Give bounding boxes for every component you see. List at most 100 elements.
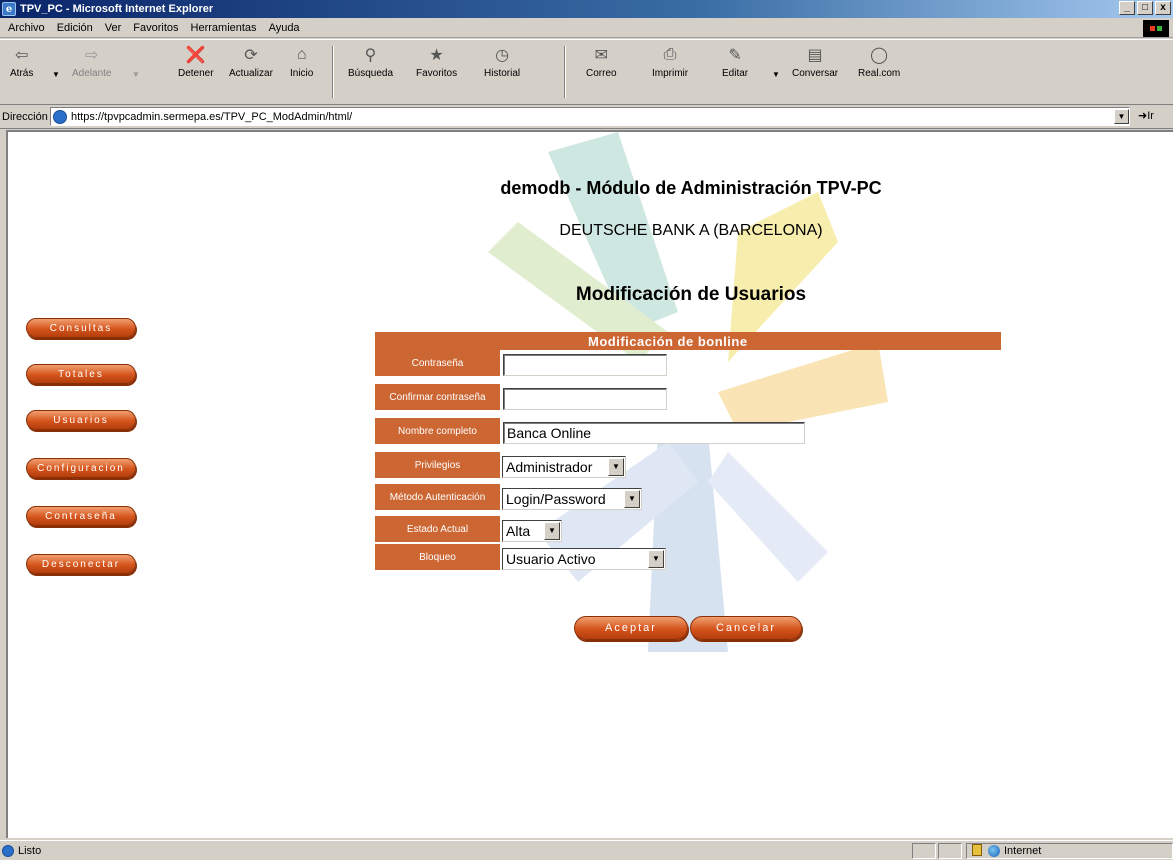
status-message: Listo (2, 843, 41, 859)
close-button[interactable]: x (1155, 1, 1171, 15)
form-header: Modificación de bonline (375, 332, 1001, 350)
stop-label: Detener (178, 68, 214, 79)
full-name-input[interactable]: Banca Online (503, 422, 805, 444)
menu-archivo[interactable]: Archivo (2, 22, 51, 34)
full-name-row: Nombre completo Banca Online (375, 418, 1001, 446)
auth-method-row: Método Autenticación Login/Password ▼ (375, 484, 1001, 512)
address-bar: Dirección https://tpvpcadmin.sermepa.es/… (0, 105, 1173, 129)
menu-herramientas[interactable]: Herramientas (185, 22, 263, 34)
status-value: Alta (506, 523, 531, 539)
nav-consultas-button[interactable]: Consultas (26, 318, 136, 338)
toolbar: ⇦ Atrás ▼ ⇨ Adelante ▼ ❌ Detener ⟳ Actua… (0, 39, 1173, 105)
search-button[interactable]: ⚲ Búsqueda (348, 42, 393, 102)
back-label: Atrás (10, 68, 34, 79)
lock-label: Bloqueo (375, 544, 500, 572)
home-button[interactable]: ⌂ Inicio (290, 42, 313, 102)
auth-method-value: Login/Password (506, 491, 606, 507)
accept-button[interactable]: Aceptar (574, 616, 688, 640)
privileges-select[interactable]: Administrador ▼ (502, 456, 626, 478)
search-icon: ⚲ (364, 47, 377, 64)
nav-contrasena-button[interactable]: Contraseña (26, 506, 136, 526)
page-icon (2, 845, 14, 857)
chevron-down-icon: ▼ (544, 522, 560, 540)
minimize-button[interactable]: _ (1119, 1, 1135, 15)
status-select[interactable]: Alta ▼ (502, 520, 562, 542)
status-text: Listo (18, 845, 42, 857)
realcom-label: Real.com (858, 68, 901, 79)
page-content: demodb - Módulo de Administración TPV-PC… (6, 130, 1173, 838)
cancel-button[interactable]: Cancelar (690, 616, 802, 640)
edit-button[interactable]: ✎ Editar (722, 42, 748, 102)
window-titlebar[interactable]: e TPV_PC - Microsoft Internet Explorer _… (0, 0, 1173, 18)
discuss-button[interactable]: ▤ Conversar (792, 42, 838, 102)
nav-totales-button[interactable]: Totales (26, 364, 136, 384)
forward-dropdown-icon[interactable]: ▼ (132, 70, 140, 79)
toolbar-separator (332, 46, 334, 98)
page-icon (53, 109, 67, 124)
app-title: demodb - Módulo de Administración TPV-PC (500, 178, 882, 198)
privileges-value: Administrador (506, 459, 593, 475)
go-label: Ir (1147, 110, 1154, 122)
realcom-button[interactable]: ◯ Real.com (858, 42, 900, 102)
favorites-button[interactable]: ★ Favoritos (416, 42, 457, 102)
back-arrow-icon: ⇦ (14, 47, 29, 64)
favorites-icon: ★ (429, 47, 444, 64)
confirm-password-input[interactable] (503, 388, 667, 410)
forward-button[interactable]: ⇨ Adelante (72, 42, 111, 102)
address-url: https://tpvpcadmin.sermepa.es/TPV_PC_Mod… (71, 110, 353, 123)
lock-row: Bloqueo Usuario Activo ▼ (375, 544, 1001, 572)
menu-ver[interactable]: Ver (99, 22, 128, 34)
toolbar-separator (564, 46, 566, 98)
nav-configuracion-button[interactable]: Configuracion (26, 458, 136, 478)
section-title: Modificación de Usuarios (575, 284, 807, 305)
security-zone: Internet (988, 843, 1041, 859)
password-label: Contraseña (375, 350, 500, 378)
refresh-button[interactable]: ⟳ Actualizar (229, 42, 273, 102)
history-button[interactable]: ◷ Historial (484, 42, 520, 102)
go-button[interactable]: ➜Ir (1138, 109, 1154, 122)
menu-ayuda[interactable]: Ayuda (263, 22, 306, 34)
address-input[interactable]: https://tpvpcadmin.sermepa.es/TPV_PC_Mod… (50, 107, 1130, 126)
mail-button[interactable]: ✉ Correo (586, 42, 617, 102)
status-panel (912, 843, 936, 859)
history-label: Historial (484, 68, 521, 79)
mail-label: Correo (586, 68, 617, 79)
back-dropdown-icon[interactable]: ▼ (52, 70, 60, 79)
confirm-password-row: Confirmar contraseña (375, 384, 1001, 412)
full-name-label: Nombre completo (375, 418, 500, 446)
home-label: Inicio (290, 68, 314, 79)
print-button[interactable]: ⎙ Imprimir (652, 42, 688, 102)
refresh-label: Actualizar (229, 68, 273, 79)
history-icon: ◷ (495, 47, 510, 64)
ie-icon: e (2, 2, 16, 16)
privileges-label: Privilegios (375, 452, 500, 480)
forward-arrow-icon: ⇨ (85, 47, 99, 64)
maximize-button[interactable]: □ (1137, 1, 1153, 15)
print-icon: ⎙ (663, 46, 677, 63)
password-row: Contraseña (375, 350, 1001, 378)
window-title: TPV_PC - Microsoft Internet Explorer (20, 3, 214, 15)
bank-name: DEUTSCHE BANK A (BARCELONA) (559, 222, 823, 239)
chevron-down-icon: ▼ (608, 458, 624, 476)
address-label: Dirección (2, 110, 48, 123)
address-dropdown-icon[interactable]: ▼ (1114, 109, 1129, 124)
chevron-down-icon: ▼ (648, 550, 664, 568)
password-input[interactable] (503, 354, 667, 376)
back-button[interactable]: ⇦ Atrás (10, 42, 33, 102)
auth-method-select[interactable]: Login/Password ▼ (502, 488, 642, 510)
forward-label: Adelante (72, 68, 112, 79)
print-label: Imprimir (652, 68, 689, 79)
menu-favoritos[interactable]: Favoritos (127, 22, 184, 34)
window-controls: _ □ x (1119, 1, 1171, 15)
nav-desconectar-button[interactable]: Desconectar (26, 554, 136, 574)
zone-label: Internet (1004, 845, 1042, 857)
status-label: Estado Actual (375, 516, 500, 544)
edit-dropdown-icon[interactable]: ▼ (772, 70, 780, 79)
stop-button[interactable]: ❌ Detener (178, 42, 214, 102)
word-edit-icon: ✎ (728, 47, 742, 64)
confirm-password-label: Confirmar contraseña (375, 384, 500, 412)
chevron-down-icon: ▼ (624, 490, 640, 508)
nav-usuarios-button[interactable]: Usuarios (26, 410, 136, 430)
menu-edicion[interactable]: Edición (51, 22, 99, 34)
lock-select[interactable]: Usuario Activo ▼ (502, 548, 666, 570)
